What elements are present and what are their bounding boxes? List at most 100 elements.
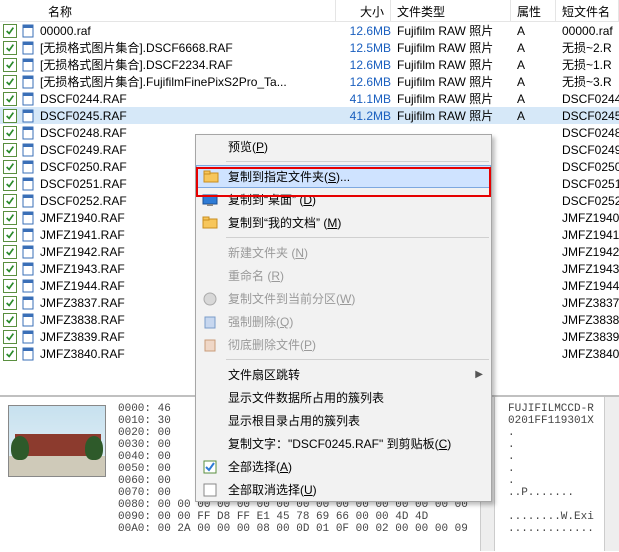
file-shortname: DSCF0250 (556, 160, 619, 174)
folder-icon (201, 214, 219, 232)
scrollbar[interactable] (604, 397, 619, 551)
file-icon (20, 91, 36, 107)
col-name[interactable]: 名称 (0, 0, 336, 21)
row-checkbox[interactable] (3, 211, 17, 225)
row-checkbox[interactable] (3, 228, 17, 242)
ctx-show-root-clusters[interactable]: 显示根目录占用的簇列表 (196, 409, 491, 432)
file-name: 00000.raf (40, 24, 336, 38)
file-attr: A (511, 92, 556, 106)
table-row[interactable]: 00000.raf12.6MBFujifilm RAW 照片A00000.raf (0, 22, 619, 39)
file-icon (20, 57, 36, 73)
file-icon (20, 125, 36, 141)
checkbox-icon (201, 458, 219, 476)
row-checkbox[interactable] (3, 143, 17, 157)
col-type[interactable]: 文件类型 (391, 0, 511, 21)
file-icon (20, 244, 36, 260)
ctx-sector-jump[interactable]: 文件扇区跳转▶ (196, 363, 491, 386)
file-icon (20, 193, 36, 209)
file-icon (20, 295, 36, 311)
file-size: 12.6MB (336, 24, 391, 38)
row-checkbox[interactable] (3, 194, 17, 208)
file-size: 12.5MB (336, 41, 391, 55)
file-name: [无损格式图片集合].DSCF2234.RAF (40, 56, 336, 73)
table-row[interactable]: [无损格式图片集合].DSCF2234.RAF12.6MBFujifilm RA… (0, 56, 619, 73)
row-checkbox[interactable] (3, 279, 17, 293)
file-shortname: JMFZ3839 (556, 330, 619, 344)
row-checkbox[interactable] (3, 347, 17, 361)
row-checkbox[interactable] (3, 177, 17, 191)
col-attr[interactable]: 属性 (511, 0, 556, 21)
delete-icon (201, 313, 219, 331)
table-row[interactable]: DSCF0245.RAF41.2MBFujifilm RAW 照片ADSCF02… (0, 107, 619, 124)
ctx-new-folder: 新建文件夹 (N) (196, 241, 491, 264)
col-size[interactable]: 大小 (336, 0, 391, 21)
row-checkbox[interactable] (3, 24, 17, 38)
col-short[interactable]: 短文件名 (556, 0, 619, 21)
file-shortname: 00000.raf (556, 24, 619, 38)
file-shortname: DSCF0244 (556, 92, 619, 106)
table-row[interactable]: [无损格式图片集合].FujifilmFinePixS2Pro_Ta...12.… (0, 73, 619, 90)
file-type: Fujifilm RAW 照片 (391, 56, 511, 73)
row-checkbox[interactable] (3, 92, 17, 106)
file-size: 12.6MB (336, 75, 391, 89)
row-checkbox[interactable] (3, 245, 17, 259)
file-shortname: 无损~3.R (556, 73, 619, 90)
file-attr: A (511, 58, 556, 72)
row-checkbox[interactable] (3, 109, 17, 123)
ctx-show-clusters[interactable]: 显示文件数据所占用的簇列表 (196, 386, 491, 409)
file-icon (20, 108, 36, 124)
file-icon (20, 278, 36, 294)
file-icon (20, 261, 36, 277)
ctx-preview[interactable]: 预览(P) (196, 135, 491, 158)
checkbox-empty-icon (201, 481, 219, 499)
row-checkbox[interactable] (3, 41, 17, 55)
ctx-copy-cur-part: 复制文件到当前分区(W) (196, 287, 491, 310)
ctx-copy-desktop[interactable]: 复制到“桌面” (D) (196, 188, 491, 211)
file-icon (20, 23, 36, 39)
file-type: Fujifilm RAW 照片 (391, 90, 511, 107)
row-checkbox[interactable] (3, 262, 17, 276)
ctx-deep-del: 彻底删除文件(P) (196, 333, 491, 356)
file-shortname: JMFZ1940 (556, 211, 619, 225)
row-checkbox[interactable] (3, 75, 17, 89)
file-shortname: JMFZ1941 (556, 228, 619, 242)
ctx-select-all[interactable]: 全部选择(A) (196, 455, 491, 478)
ctx-copy-text[interactable]: 复制文字："DSCF0245.RAF" 到剪贴板(C) (196, 432, 491, 455)
file-icon (20, 142, 36, 158)
folder-icon (202, 168, 220, 186)
table-row[interactable]: DSCF0244.RAF41.1MBFujifilm RAW 照片ADSCF02… (0, 90, 619, 107)
file-size: 41.2MB (336, 109, 391, 123)
ctx-rename: 重命名 (R) (196, 264, 491, 287)
submenu-arrow-icon: ▶ (475, 369, 483, 380)
context-menu: 预览(P) 复制到指定文件夹(S)... 复制到“桌面” (D) 复制到“我的文… (195, 134, 492, 502)
file-type: Fujifilm RAW 照片 (391, 107, 511, 124)
file-size: 41.1MB (336, 92, 391, 106)
file-shortname: DSCF0248 (556, 126, 619, 140)
desktop-icon (201, 191, 219, 209)
file-shortname: DSCF0245 (556, 109, 619, 123)
ctx-deselect-all[interactable]: 全部取消选择(U) (196, 478, 491, 501)
row-checkbox[interactable] (3, 330, 17, 344)
file-shortname: DSCF0251 (556, 177, 619, 191)
file-shortname: DSCF0252 (556, 194, 619, 208)
file-type: Fujifilm RAW 照片 (391, 22, 511, 39)
ctx-copy-to-folder[interactable]: 复制到指定文件夹(S)... (196, 165, 491, 188)
row-checkbox[interactable] (3, 160, 17, 174)
row-checkbox[interactable] (3, 296, 17, 310)
file-shortname: 无损~1.R (556, 56, 619, 73)
row-checkbox[interactable] (3, 313, 17, 327)
row-checkbox[interactable] (3, 126, 17, 140)
table-row[interactable]: [无损格式图片集合].DSCF6668.RAF12.5MBFujifilm RA… (0, 39, 619, 56)
hex-ascii: FUJIFILMCCD-R 0201FF119301X . . . . . ..… (506, 397, 619, 541)
file-shortname: JMFZ3837 (556, 296, 619, 310)
file-size: 12.6MB (336, 58, 391, 72)
file-shortname: DSCF0249 (556, 143, 619, 157)
thumbnail[interactable] (8, 405, 106, 477)
row-checkbox[interactable] (3, 58, 17, 72)
file-shortname: 无损~2.R (556, 39, 619, 56)
file-icon (20, 346, 36, 362)
file-type: Fujifilm RAW 照片 (391, 73, 511, 90)
ctx-copy-docs[interactable]: 复制到“我的文档” (M) (196, 211, 491, 234)
file-shortname: JMFZ1944 (556, 279, 619, 293)
file-icon (20, 227, 36, 243)
